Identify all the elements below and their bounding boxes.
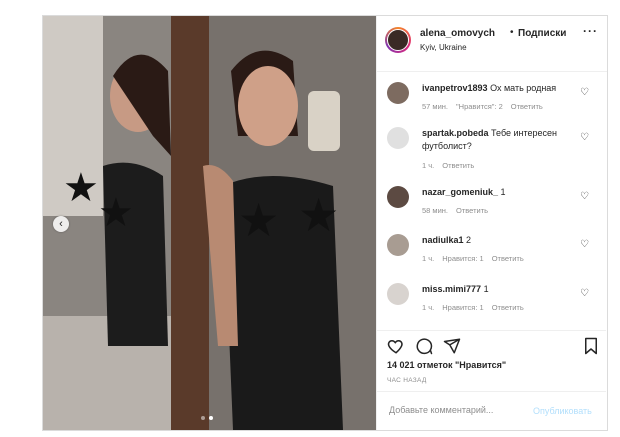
comment-input[interactable] bbox=[387, 404, 521, 416]
svg-text:★: ★ bbox=[98, 190, 134, 236]
separator-dot: • bbox=[510, 27, 514, 38]
avatar[interactable] bbox=[387, 283, 409, 305]
avatar[interactable] bbox=[387, 82, 409, 104]
carousel-dot bbox=[201, 416, 205, 420]
comment-username[interactable]: spartak.pobeda bbox=[422, 128, 489, 138]
share-icon[interactable] bbox=[443, 337, 461, 355]
comment-likes[interactable]: "Нравится": 2 bbox=[456, 102, 503, 111]
heart-icon[interactable]: ♡ bbox=[580, 132, 589, 143]
comment-icon[interactable] bbox=[415, 337, 433, 355]
avatar[interactable] bbox=[385, 27, 411, 53]
comment-text: nadiulka1 2 bbox=[422, 235, 472, 245]
avatar[interactable] bbox=[387, 186, 409, 208]
photo-image: ★ ★ ★ ★ bbox=[43, 16, 376, 430]
post-side-panel: alena_omovych • Подписки Kyiv, Ukraine ·… bbox=[376, 16, 607, 430]
comment-meta: 1 ч. Ответить bbox=[422, 161, 482, 170]
carousel-dots bbox=[201, 416, 213, 420]
more-horizontal-icon[interactable]: ··· bbox=[583, 24, 598, 38]
heart-icon[interactable] bbox=[387, 337, 405, 355]
heart-icon[interactable]: ♡ bbox=[580, 239, 589, 250]
svg-text:★: ★ bbox=[63, 165, 99, 211]
comment-meta: 1 ч. Нравится: 1 Ответить bbox=[422, 254, 532, 263]
comment-time: 1 ч. bbox=[422, 254, 435, 263]
comment-likes[interactable]: Нравится: 1 bbox=[442, 254, 483, 263]
location-link[interactable]: Kyiv, Ukraine bbox=[420, 43, 467, 52]
comment-username[interactable]: ivanpetrov1893 bbox=[422, 83, 488, 93]
comment-meta: 1 ч. Нравится: 1 Ответить bbox=[422, 303, 532, 312]
author-username[interactable]: alena_omovych bbox=[420, 28, 495, 39]
comment-meta: 58 мин. Ответить bbox=[422, 206, 496, 215]
svg-text:★: ★ bbox=[298, 188, 339, 242]
comment-username[interactable]: nadiulka1 bbox=[422, 235, 464, 245]
chevron-left-icon[interactable]: ‹ bbox=[53, 216, 69, 232]
comment-text: ivanpetrov1893 Ох мать родная bbox=[422, 83, 557, 93]
comment-likes[interactable]: Нравится: 1 bbox=[442, 303, 483, 312]
comment-text: nazar_gomeniuk_ 1 bbox=[422, 187, 506, 197]
reply-button[interactable]: Ответить bbox=[442, 161, 474, 170]
add-comment-bar: Опубликовать bbox=[377, 391, 606, 430]
comment-meta: 57 мин. "Нравится": 2 Ответить bbox=[422, 102, 551, 111]
comments-list: ivanpetrov1893 Ох мать родная 57 мин. "Нр… bbox=[377, 72, 606, 325]
reply-button[interactable]: Ответить bbox=[511, 102, 543, 111]
avatar[interactable] bbox=[387, 234, 409, 256]
post-header: alena_omovych • Подписки Kyiv, Ukraine ·… bbox=[377, 16, 607, 72]
post-photo[interactable]: ★ ★ ★ ★ ‹ bbox=[43, 16, 376, 430]
likes-count[interactable]: 14 021 отметок "Нравится" bbox=[387, 360, 506, 370]
comment-text: miss.mimi777 1 bbox=[422, 284, 489, 294]
svg-text:★: ★ bbox=[238, 193, 279, 247]
comment-username[interactable]: nazar_gomeniuk_ bbox=[422, 187, 498, 197]
post-time: ЧАС НАЗАД bbox=[387, 377, 427, 384]
reply-button[interactable]: Ответить bbox=[456, 206, 488, 215]
avatar[interactable] bbox=[387, 127, 409, 149]
comment-time: 58 мин. bbox=[422, 206, 448, 215]
comment-time: 57 мин. bbox=[422, 102, 448, 111]
heart-icon[interactable]: ♡ bbox=[580, 87, 589, 98]
post-actions bbox=[377, 330, 606, 361]
reply-button[interactable]: Ответить bbox=[492, 303, 524, 312]
follow-button[interactable]: Подписки bbox=[518, 28, 566, 39]
comment-username[interactable]: miss.mimi777 bbox=[422, 284, 481, 294]
heart-icon[interactable]: ♡ bbox=[580, 288, 589, 299]
comment-time: 1 ч. bbox=[422, 303, 435, 312]
heart-icon[interactable]: ♡ bbox=[580, 191, 589, 202]
reply-button[interactable]: Ответить bbox=[492, 254, 524, 263]
carousel-dot-active bbox=[209, 416, 213, 420]
comment-text: spartak.pobeda Тебе интересен футболист? bbox=[422, 128, 558, 151]
comment-time: 1 ч. bbox=[422, 161, 435, 170]
bookmark-icon[interactable] bbox=[583, 337, 599, 355]
instagram-post: ★ ★ ★ ★ ‹ alena_omovych • Подписки Kyiv,… bbox=[42, 15, 608, 431]
publish-button[interactable]: Опубликовать bbox=[533, 406, 592, 416]
